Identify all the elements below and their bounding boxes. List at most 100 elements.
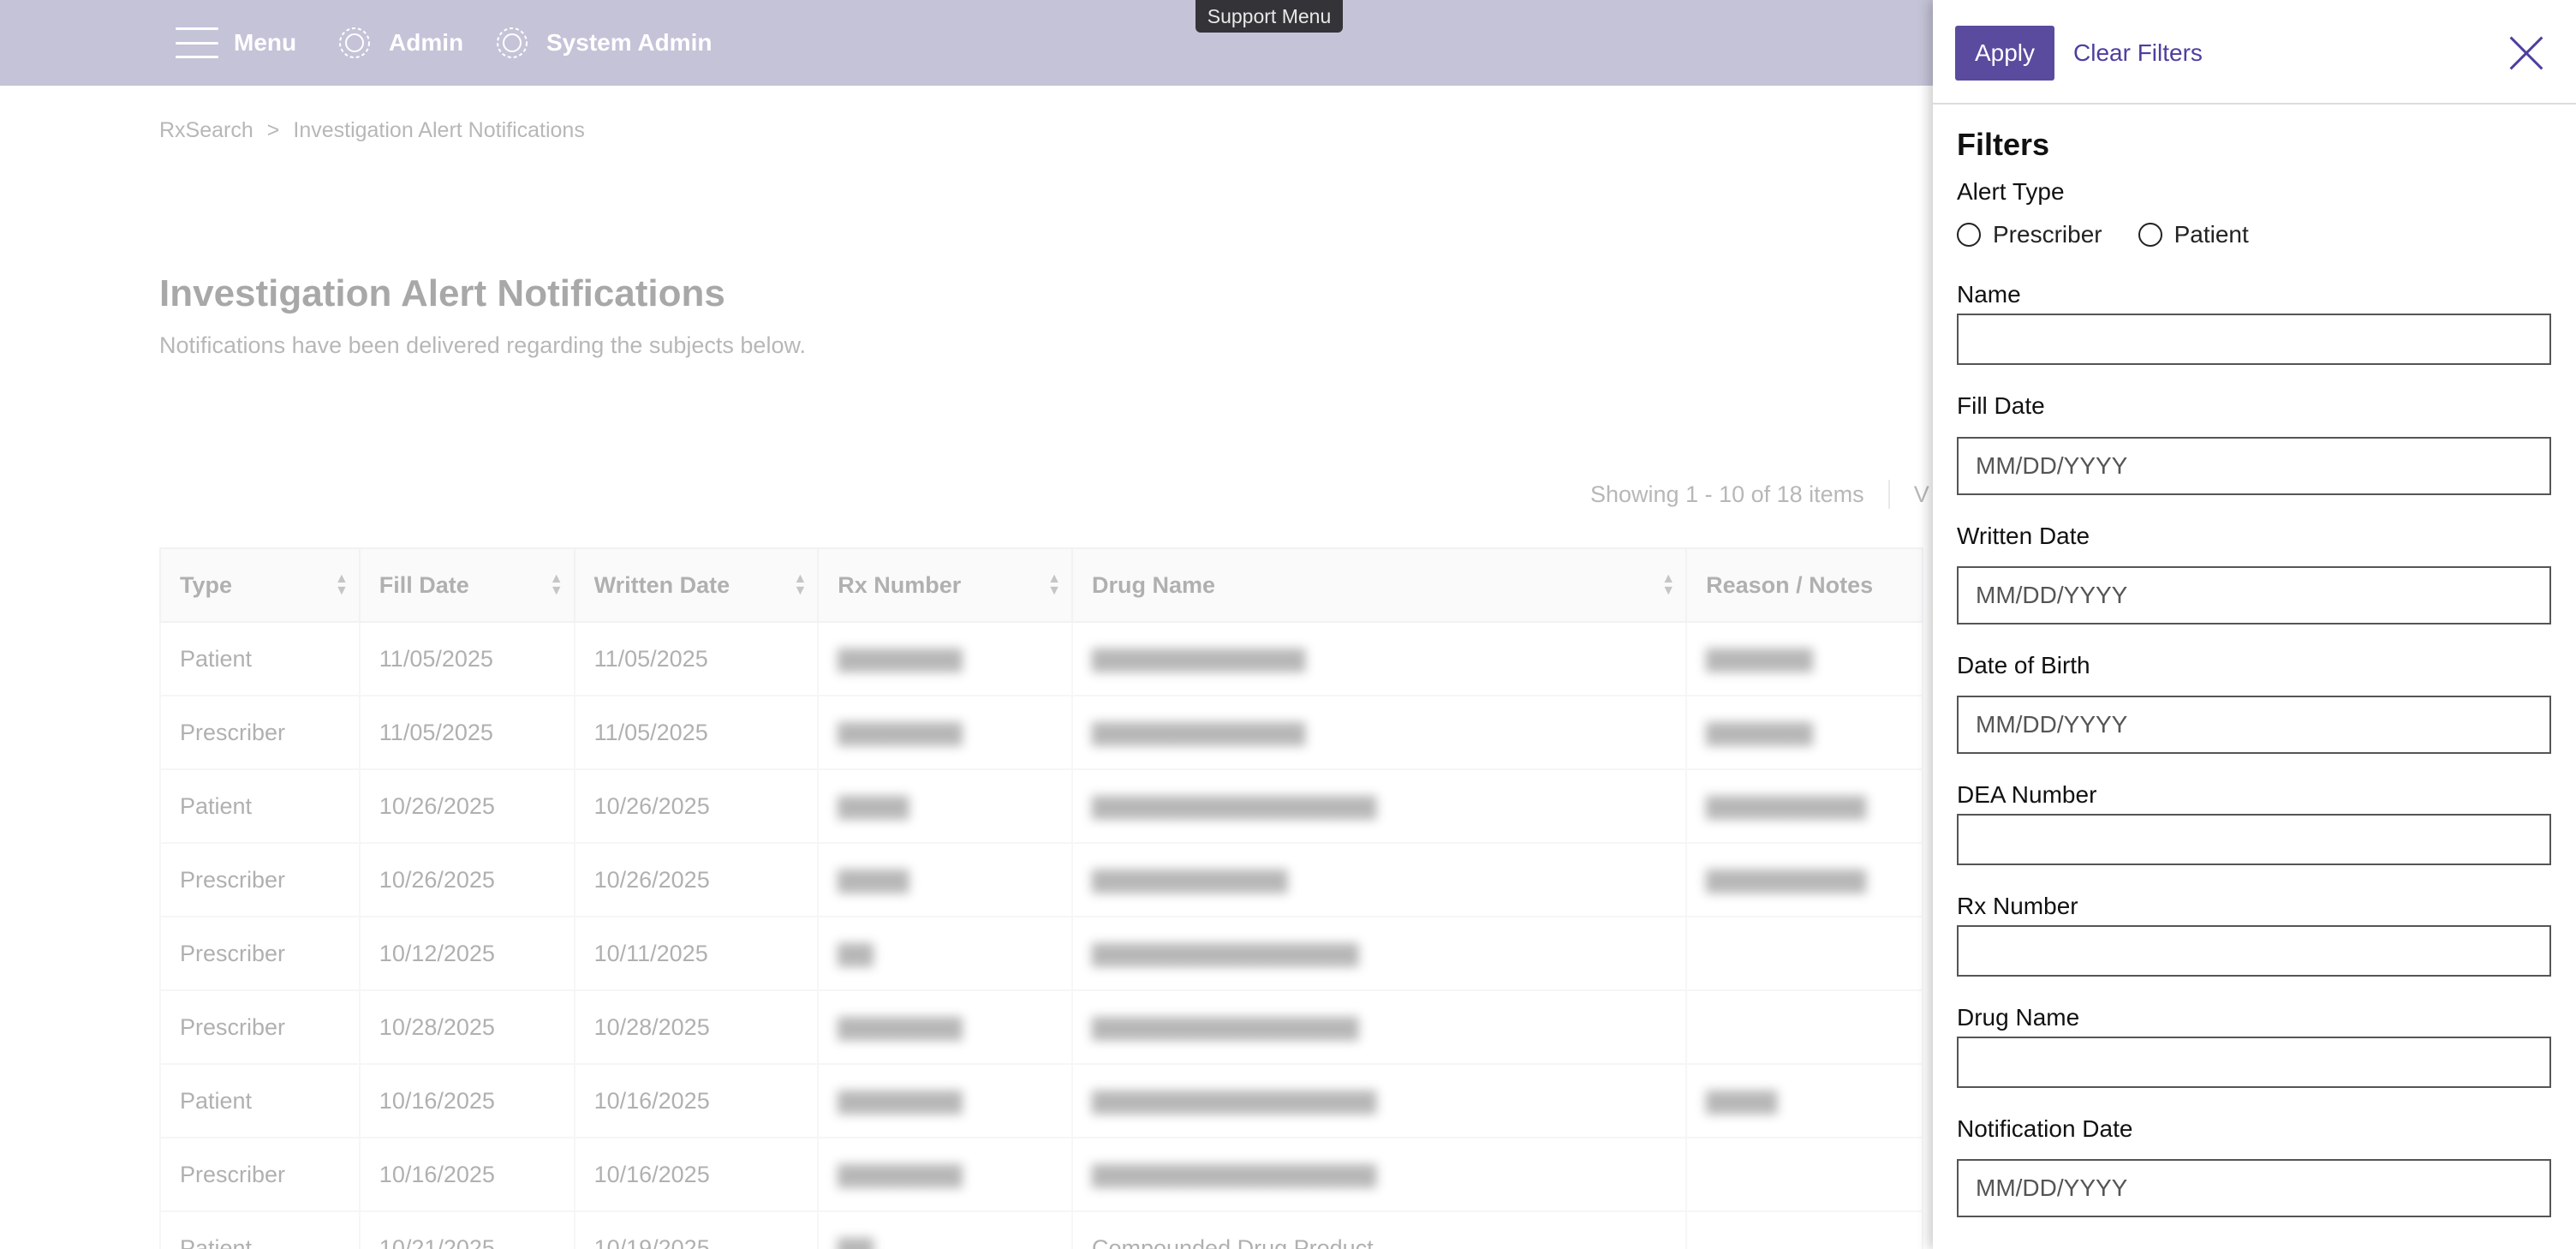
cell-drug-name-redacted: ▇▇▇▇▇▇▇▇▇▇▇▇ xyxy=(1070,621,1688,696)
cell-type: Patient xyxy=(159,1210,361,1249)
cell-written-date: 10/19/2025 xyxy=(573,1210,820,1249)
cell-type: Prescriber xyxy=(159,989,361,1065)
column-header-written-date[interactable]: Written Date ▲ ▼ xyxy=(573,547,820,623)
gear-icon xyxy=(497,27,528,58)
sort-icon: ▲ ▼ xyxy=(549,571,564,598)
clear-filters-link[interactable]: Clear Filters xyxy=(2073,39,2203,67)
cell-drug-name-redacted: ▇▇▇▇▇▇▇▇▇▇▇▇ xyxy=(1070,695,1688,770)
radio-patient[interactable] xyxy=(2138,223,2162,247)
cell-reason-notes xyxy=(1685,1210,1923,1249)
cell-drug-name-redacted: ▇▇▇▇▇▇▇▇▇▇▇▇▇▇▇▇ xyxy=(1070,768,1688,844)
redacted-text: ▇▇▇▇▇▇ xyxy=(1706,719,1813,745)
cell-type: Prescriber xyxy=(159,1137,361,1212)
cell-fill-date: 11/05/2025 xyxy=(358,695,575,770)
cell-reason-notes xyxy=(1685,989,1923,1065)
written-date-input[interactable] xyxy=(1957,566,2551,624)
date-of-birth-input[interactable] xyxy=(1957,696,2551,754)
cell-rx-number-redacted: ▇▇▇▇▇▇▇ xyxy=(817,621,1073,696)
redacted-text: ▇▇▇▇▇▇▇▇▇▇▇ xyxy=(1091,866,1288,893)
cell-reason-notes xyxy=(1685,916,1923,991)
admin-button[interactable]: Admin xyxy=(336,0,463,86)
cell-written-date: 10/16/2025 xyxy=(573,1137,820,1212)
system-admin-label: System Admin xyxy=(546,29,713,56)
redacted-text: ▇▇▇▇ xyxy=(838,866,909,893)
cell-type: Prescriber xyxy=(159,842,361,917)
table-row[interactable]: Prescriber 10/26/2025 10/26/2025 ▇▇▇▇ ▇▇… xyxy=(159,842,1923,917)
cell-fill-date: 10/26/2025 xyxy=(358,768,575,844)
table-row[interactable]: Prescriber 10/16/2025 10/16/2025 ▇▇▇▇▇▇▇… xyxy=(159,1137,1923,1212)
apply-button[interactable]: Apply xyxy=(1955,26,2054,81)
fill-date-input[interactable] xyxy=(1957,437,2551,495)
redacted-text: ▇▇▇▇ xyxy=(838,792,909,819)
redacted-text: ▇▇▇▇▇▇▇▇▇▇▇▇ xyxy=(1091,645,1306,672)
table-row[interactable]: Prescriber 11/05/2025 11/05/2025 ▇▇▇▇▇▇▇… xyxy=(159,695,1923,770)
column-header-fill-date[interactable]: Fill Date ▲ ▼ xyxy=(358,547,575,623)
redacted-text: ▇▇▇▇ xyxy=(1706,1087,1778,1114)
cell-type: Patient xyxy=(159,1063,361,1138)
name-input[interactable] xyxy=(1957,314,2551,365)
radio-prescriber-label[interactable]: Prescriber xyxy=(1993,221,2102,248)
table-row[interactable]: Patient 10/26/2025 10/26/2025 ▇▇▇▇ ▇▇▇▇▇… xyxy=(159,768,1923,844)
table-row[interactable]: Patient 10/16/2025 10/16/2025 ▇▇▇▇▇▇▇ ▇▇… xyxy=(159,1063,1923,1138)
system-admin-button[interactable]: System Admin xyxy=(493,0,712,86)
table-row[interactable]: Patient 11/05/2025 11/05/2025 ▇▇▇▇▇▇▇ ▇▇… xyxy=(159,621,1923,696)
breadcrumb-root-link[interactable]: RxSearch xyxy=(159,118,253,143)
radio-prescriber[interactable] xyxy=(1957,223,1981,247)
pager-text: Showing 1 - 10 of 18 items xyxy=(1590,481,1864,507)
cell-drug-name: Compounded Drug Product xyxy=(1070,1210,1688,1249)
page-subtitle: Notifications have been delivered regard… xyxy=(159,332,806,358)
cell-fill-date: 11/05/2025 xyxy=(358,621,575,696)
filters-title: Filters xyxy=(1957,127,2050,162)
redacted-text: ▇▇▇▇▇▇▇ xyxy=(838,1161,963,1187)
table-row[interactable]: Prescriber 10/12/2025 10/11/2025 ▇▇ ▇▇▇▇… xyxy=(159,916,1923,991)
dea-number-label: DEA Number xyxy=(1957,781,2097,808)
redacted-text: ▇▇▇▇▇▇▇ xyxy=(838,645,963,672)
redacted-text: ▇▇▇▇▇▇ xyxy=(1706,645,1813,672)
radio-patient-label[interactable]: Patient xyxy=(2174,221,2249,248)
notification-date-input[interactable] xyxy=(1957,1159,2551,1217)
redacted-text: ▇▇▇▇▇▇▇ xyxy=(838,719,963,745)
redacted-text: ▇▇▇▇▇▇▇▇▇▇▇▇▇▇▇ xyxy=(1091,940,1359,966)
redacted-text: ▇▇▇▇▇▇▇▇▇▇▇▇ xyxy=(1091,719,1306,745)
table-row[interactable]: Patient 10/21/2025 10/19/2025 ▇▇ Compoun… xyxy=(159,1210,1923,1249)
date-of-birth-label: Date of Birth xyxy=(1957,652,2090,678)
column-header-drug-name[interactable]: Drug Name ▲ ▼ xyxy=(1070,547,1688,623)
redacted-text: ▇▇▇▇▇▇▇ xyxy=(838,1013,963,1040)
redacted-text: ▇▇ xyxy=(838,1234,874,1249)
dea-number-input[interactable] xyxy=(1957,814,2551,865)
cell-reason-redacted: ▇▇▇▇▇▇▇▇▇ xyxy=(1685,842,1923,917)
alert-type-label: Alert Type xyxy=(1957,178,2065,205)
gear-icon xyxy=(339,27,370,58)
cell-rx-number-redacted: ▇▇▇▇▇▇▇ xyxy=(817,989,1073,1065)
sort-icon: ▲ ▼ xyxy=(793,571,808,598)
breadcrumb: RxSearch > Investigation Alert Notificat… xyxy=(159,118,585,143)
cell-reason-redacted: ▇▇▇▇ xyxy=(1685,1063,1923,1138)
column-header-type[interactable]: Type ▲ ▼ xyxy=(159,547,361,623)
close-icon[interactable] xyxy=(2509,36,2543,70)
menu-button[interactable]: Menu xyxy=(176,0,296,86)
breadcrumb-separator: > xyxy=(266,118,280,142)
pager-divider xyxy=(1887,480,1890,509)
cell-written-date: 10/16/2025 xyxy=(573,1063,820,1138)
column-header-reason-notes[interactable]: Reason / Notes xyxy=(1685,547,1923,623)
redacted-text: ▇▇▇▇▇▇▇▇▇▇▇▇▇▇▇▇ xyxy=(1091,792,1377,819)
cell-fill-date: 10/16/2025 xyxy=(358,1137,575,1212)
cell-written-date: 10/11/2025 xyxy=(573,916,820,991)
support-menu-tab[interactable]: Support Menu xyxy=(1196,0,1343,33)
drug-name-input[interactable] xyxy=(1957,1037,2551,1088)
table-row[interactable]: Prescriber 10/28/2025 10/28/2025 ▇▇▇▇▇▇▇… xyxy=(159,989,1923,1065)
sort-icon: ▲ ▼ xyxy=(334,571,349,598)
redacted-text: ▇▇▇▇▇▇▇ xyxy=(838,1087,963,1114)
cell-fill-date: 10/26/2025 xyxy=(358,842,575,917)
pager-extra[interactable]: V xyxy=(1914,481,1929,508)
rx-number-input[interactable] xyxy=(1957,925,2551,977)
cell-reason-redacted: ▇▇▇▇▇▇▇▇▇ xyxy=(1685,768,1923,844)
cell-rx-number-redacted: ▇▇▇▇▇▇▇ xyxy=(817,1063,1073,1138)
filter-drawer: Apply Clear Filters Filters Alert Type P… xyxy=(1933,0,2576,1249)
cell-rx-number-redacted: ▇▇▇▇ xyxy=(817,768,1073,844)
column-header-rx-number[interactable]: Rx Number ▲ ▼ xyxy=(817,547,1073,623)
redacted-text: ▇▇ xyxy=(838,940,874,966)
sort-icon: ▲ ▼ xyxy=(1661,571,1676,598)
cell-rx-number-redacted: ▇▇ xyxy=(817,1210,1073,1249)
page-title: Investigation Alert Notifications xyxy=(159,272,725,314)
